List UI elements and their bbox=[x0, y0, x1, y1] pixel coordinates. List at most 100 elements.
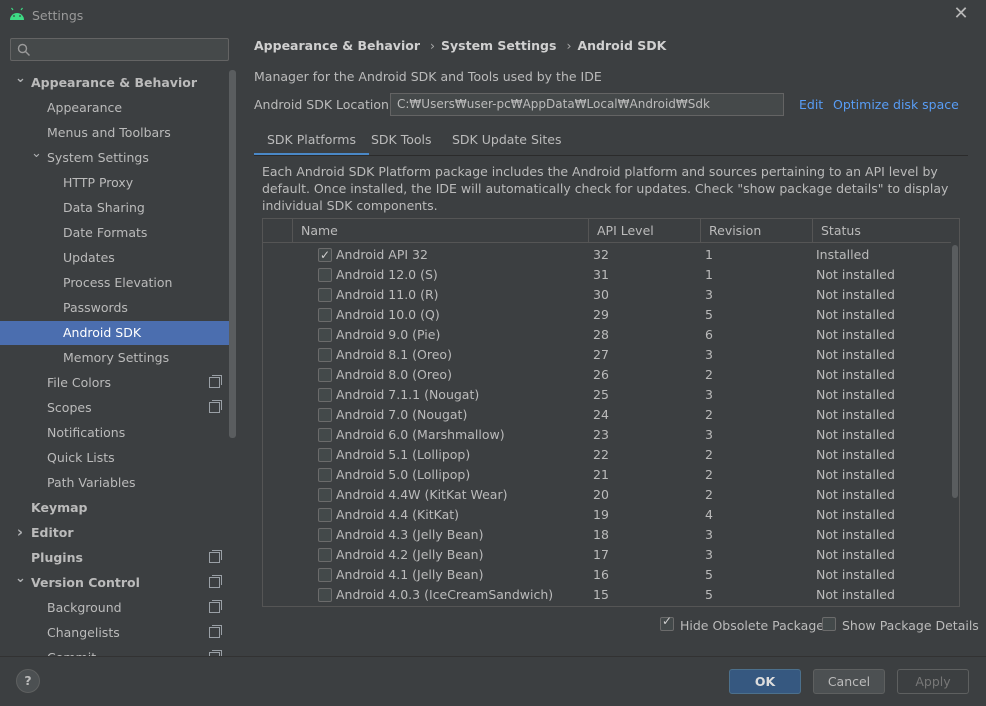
sidebar-item[interactable]: ⌄ System Settings bbox=[0, 146, 236, 170]
chevron-down-icon[interactable]: ⌄ bbox=[31, 146, 42, 170]
package-checkbox[interactable] bbox=[318, 268, 332, 282]
sidebar-item[interactable]: Memory Settings bbox=[0, 346, 236, 370]
sidebar-item-label: Memory Settings bbox=[63, 350, 170, 365]
sidebar-item[interactable]: Path Variables bbox=[0, 471, 236, 495]
sidebar-scrollbar[interactable] bbox=[229, 70, 236, 438]
sidebar-item-label: Menus and Toolbars bbox=[47, 125, 171, 140]
table-row[interactable]: Android 7.0 (Nougat) 24 2 Not installed bbox=[263, 405, 951, 425]
column-header-api-level[interactable]: API Level bbox=[589, 219, 701, 243]
table-row[interactable]: Android API 32 32 1 Installed bbox=[263, 245, 951, 265]
table-row[interactable]: Android 9.0 (Pie) 28 6 Not installed bbox=[263, 325, 951, 345]
sidebar-item[interactable]: Menus and Toolbars bbox=[0, 121, 236, 145]
sidebar-item[interactable]: Quick Lists bbox=[0, 446, 236, 470]
cell-status: Not installed bbox=[816, 347, 895, 362]
cell-status: Not installed bbox=[816, 547, 895, 562]
tab-sdk-platforms[interactable]: SDK Platforms bbox=[254, 126, 369, 156]
sidebar-item[interactable]: Android SDK bbox=[0, 321, 236, 345]
sidebar-item[interactable]: Scopes bbox=[0, 396, 236, 420]
sidebar-item-label: Passwords bbox=[63, 300, 128, 315]
table-row[interactable]: Android 8.0 (Oreo) 26 2 Not installed bbox=[263, 365, 951, 385]
table-row[interactable]: Android 11.0 (R) 30 3 Not installed bbox=[263, 285, 951, 305]
package-checkbox[interactable] bbox=[318, 408, 332, 422]
search-input[interactable] bbox=[10, 38, 229, 61]
cell-api: 27 bbox=[593, 347, 609, 362]
table-row[interactable]: Android 6.0 (Marshmallow) 23 3 Not installe… bbox=[263, 425, 951, 445]
table-row[interactable]: Android 12.0 (S) 31 1 Not installed bbox=[263, 265, 951, 285]
sdk-location-field[interactable]: C:₩Users₩user-pc₩AppData₩Local₩Android₩S… bbox=[390, 93, 784, 116]
show-package-details-label[interactable]: Show Package Details bbox=[842, 618, 979, 633]
edit-link[interactable]: Edit bbox=[799, 97, 823, 112]
ok-button[interactable]: OK bbox=[729, 669, 801, 694]
tab-sdk-update-sites[interactable]: SDK Update Sites bbox=[439, 126, 575, 156]
close-icon[interactable]: ✕ bbox=[950, 3, 972, 25]
table-scrollbar[interactable] bbox=[952, 245, 958, 498]
package-checkbox[interactable] bbox=[318, 428, 332, 442]
sidebar-item[interactable]: Passwords bbox=[0, 296, 236, 320]
sidebar-item[interactable]: Data Sharing bbox=[0, 196, 236, 220]
package-checkbox[interactable] bbox=[318, 528, 332, 542]
column-header-name[interactable]: Name bbox=[293, 219, 589, 243]
table-row[interactable]: Android 4.0.3 (IceCreamSandwich) 15 5 Not i… bbox=[263, 585, 951, 605]
sidebar-item[interactable]: ⌄ Version Control bbox=[0, 571, 236, 595]
package-checkbox[interactable] bbox=[318, 348, 332, 362]
package-checkbox[interactable] bbox=[318, 508, 332, 522]
project-level-icon bbox=[209, 550, 222, 563]
table-row[interactable]: Android 4.4W (KitKat Wear) 20 2 Not install… bbox=[263, 485, 951, 505]
table-row[interactable]: Android 5.1 (Lollipop) 22 2 Not installed bbox=[263, 445, 951, 465]
sidebar-item[interactable]: HTTP Proxy bbox=[0, 171, 236, 195]
package-checkbox[interactable] bbox=[318, 388, 332, 402]
table-row[interactable]: Android 10.0 (Q) 29 5 Not installed bbox=[263, 305, 951, 325]
package-checkbox[interactable] bbox=[318, 468, 332, 482]
package-checkbox[interactable] bbox=[318, 288, 332, 302]
chevron-down-icon[interactable]: ⌄ bbox=[15, 571, 26, 595]
table-row[interactable]: Android 7.1.1 (Nougat) 25 3 Not installed bbox=[263, 385, 951, 405]
package-checkbox[interactable] bbox=[318, 308, 332, 322]
help-button[interactable]: ? bbox=[16, 669, 40, 693]
optimize-disk-space-link[interactable]: Optimize disk space bbox=[833, 97, 959, 112]
table-row[interactable]: Android 5.0 (Lollipop) 21 2 Not installed bbox=[263, 465, 951, 485]
table-row[interactable]: Android 4.2 (Jelly Bean) 17 3 Not installed bbox=[263, 545, 951, 565]
sidebar-item-label: Plugins bbox=[31, 550, 83, 565]
cancel-button[interactable]: Cancel bbox=[813, 669, 885, 694]
package-checkbox[interactable] bbox=[318, 488, 332, 502]
sidebar-item[interactable]: Process Elevation bbox=[0, 271, 236, 295]
package-checkbox[interactable] bbox=[318, 368, 332, 382]
sidebar-item[interactable]: Keymap bbox=[0, 496, 236, 520]
show-package-details-checkbox[interactable] bbox=[822, 617, 836, 631]
cell-name: Android 12.0 (S) bbox=[336, 267, 438, 282]
sidebar-item[interactable]: File Colors bbox=[0, 371, 236, 395]
cell-status: Not installed bbox=[816, 507, 895, 522]
package-checkbox[interactable] bbox=[318, 448, 332, 462]
sidebar-item[interactable]: ⌄ Appearance & Behavior bbox=[0, 71, 236, 95]
tab-divider bbox=[254, 155, 968, 156]
package-checkbox[interactable] bbox=[318, 588, 332, 602]
hide-obsolete-label[interactable]: Hide Obsolete Packages bbox=[680, 618, 830, 633]
sidebar-item[interactable]: Plugins bbox=[0, 546, 236, 570]
sidebar-item[interactable]: Updates bbox=[0, 246, 236, 270]
sidebar-item[interactable]: Changelists bbox=[0, 621, 236, 645]
column-header-status[interactable]: Status bbox=[813, 219, 951, 243]
package-checkbox[interactable] bbox=[318, 245, 332, 265]
sidebar-item[interactable]: Appearance bbox=[0, 96, 236, 120]
table-row[interactable]: Android 4.3 (Jelly Bean) 18 3 Not installed bbox=[263, 525, 951, 545]
apply-button[interactable]: Apply bbox=[897, 669, 969, 694]
sidebar-item[interactable]: Background bbox=[0, 596, 236, 620]
table-row[interactable]: Android 4.4 (KitKat) 19 4 Not installed bbox=[263, 505, 951, 525]
package-checkbox[interactable] bbox=[318, 328, 332, 342]
sidebar-item[interactable]: Notifications bbox=[0, 421, 236, 445]
package-checkbox[interactable] bbox=[318, 548, 332, 562]
tab-sdk-tools[interactable]: SDK Tools bbox=[358, 126, 445, 156]
table-row[interactable]: Android 8.1 (Oreo) 27 3 Not installed bbox=[263, 345, 951, 365]
sidebar-item[interactable]: Date Formats bbox=[0, 221, 236, 245]
sidebar-item[interactable]: › Editor bbox=[0, 521, 236, 545]
column-header-revision[interactable]: Revision bbox=[701, 219, 813, 243]
sidebar-item[interactable]: Commit bbox=[0, 646, 236, 656]
package-checkbox[interactable] bbox=[318, 568, 332, 582]
cell-api: 25 bbox=[593, 387, 609, 402]
sdk-platforms-table: Name API Level Revision Status Android A… bbox=[262, 218, 960, 607]
table-row[interactable]: Android 4.1 (Jelly Bean) 16 5 Not installed bbox=[263, 565, 951, 585]
hide-obsolete-checkbox[interactable] bbox=[660, 614, 674, 631]
sidebar-item-label: Updates bbox=[63, 250, 115, 265]
chevron-down-icon[interactable]: ⌄ bbox=[15, 71, 26, 95]
chevron-right-icon[interactable]: › bbox=[15, 521, 25, 545]
